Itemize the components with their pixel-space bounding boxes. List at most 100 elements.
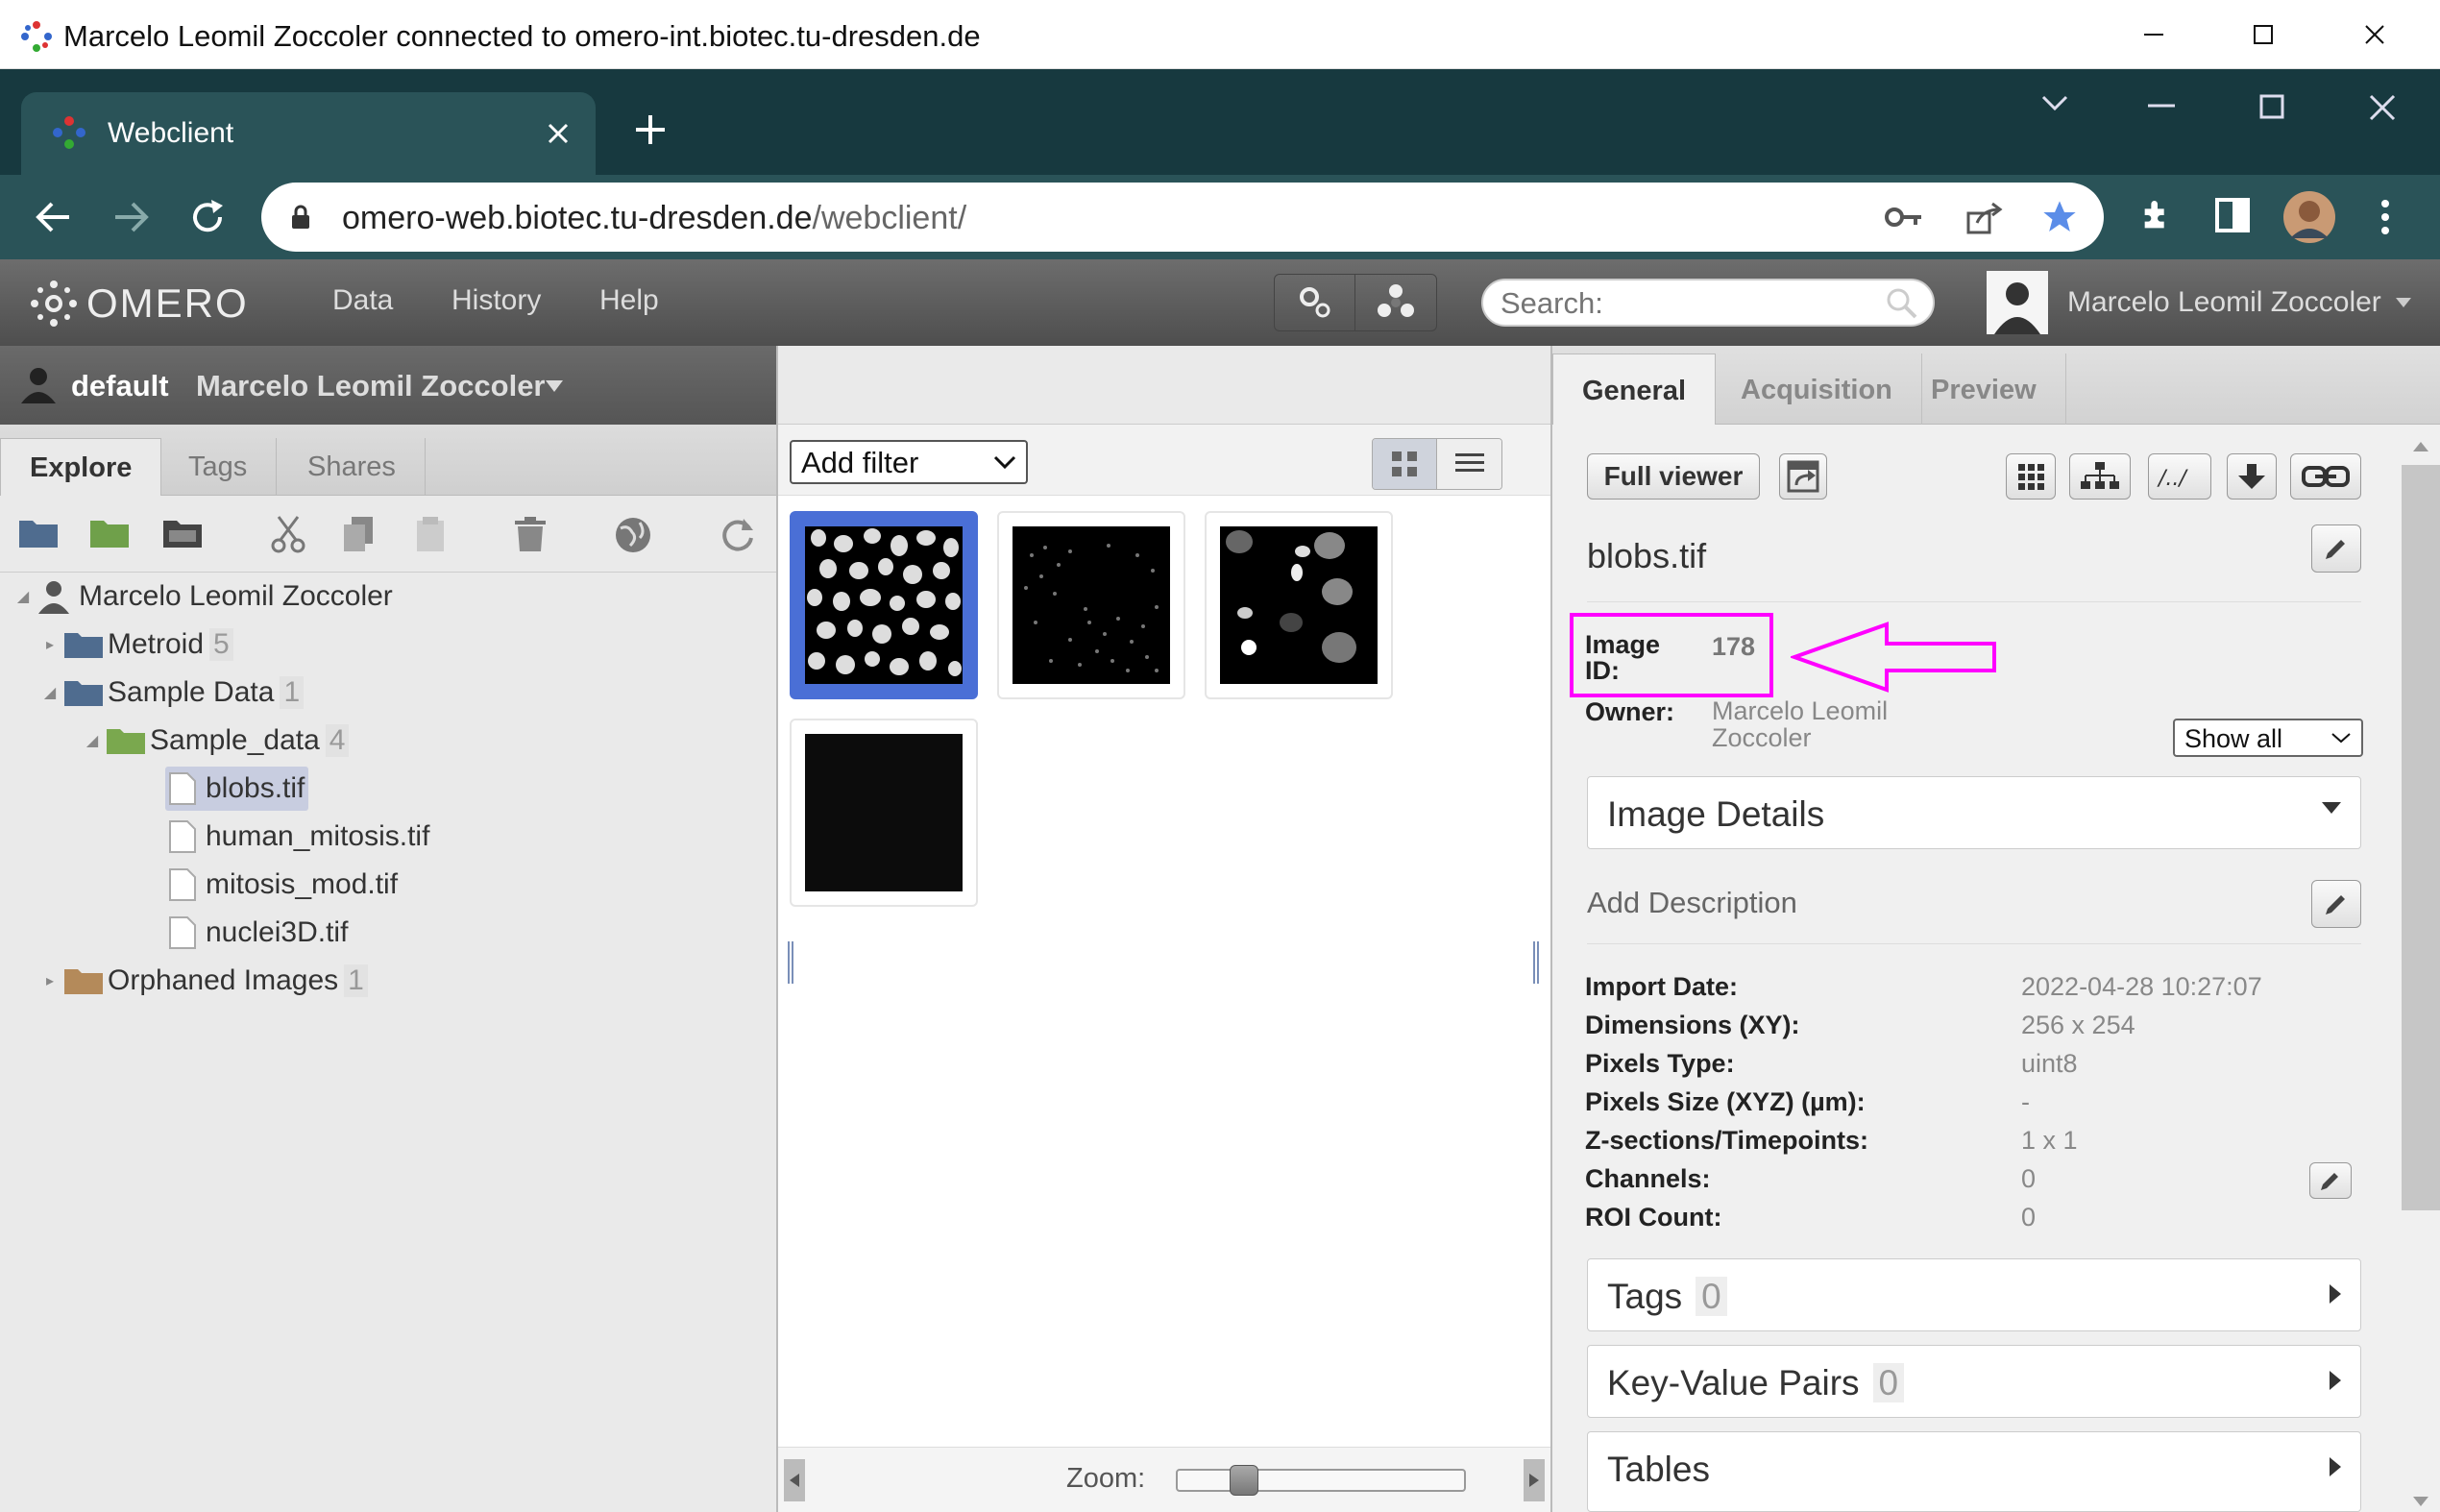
roi-button[interactable]: /../ <box>2148 453 2211 500</box>
profile-avatar[interactable] <box>2282 190 2336 244</box>
tab-explore[interactable]: Explore <box>0 438 162 496</box>
browser-minimize-icon[interactable] <box>2148 104 2175 108</box>
browser-maximize-icon[interactable] <box>2259 94 2284 119</box>
copy-icon[interactable] <box>340 515 382 553</box>
refresh-icon[interactable] <box>719 515 761 553</box>
collapse-arrow-icon[interactable]: ◢ <box>10 587 37 606</box>
scripts-gear-icon[interactable] <box>1275 275 1355 330</box>
user-menu-caret-icon[interactable] <box>2396 298 2411 307</box>
omero-logo[interactable]: OMERO <box>29 279 249 329</box>
forward-icon[interactable] <box>111 198 150 236</box>
full-viewer-button[interactable]: Full viewer <box>1587 453 1760 500</box>
tab-search-chevron-icon[interactable] <box>2040 94 2069 113</box>
scroll-up-icon[interactable] <box>2413 442 2428 451</box>
right-panel-scrollbar[interactable] <box>2402 438 2440 1512</box>
tree-item-nuclei3d[interactable]: nuclei3D.tif <box>169 909 769 957</box>
tree-item-sample-data[interactable]: ◢ Sample Data 1 <box>37 669 769 717</box>
edit-channels-button[interactable] <box>2309 1162 2352 1199</box>
thumbnail-mitosis-mod[interactable] <box>1205 511 1393 699</box>
browser-tab[interactable]: Webclient <box>21 92 596 177</box>
download-button[interactable] <box>2227 453 2277 500</box>
search-input[interactable] <box>1501 286 1866 321</box>
search-icon[interactable] <box>1885 286 1919 321</box>
add-filter-select[interactable]: Add filter <box>790 440 1028 484</box>
collapse-left-button[interactable] <box>784 1459 805 1501</box>
minimize-button[interactable] <box>2125 13 2183 56</box>
collapse-right-button[interactable] <box>1524 1459 1545 1501</box>
extensions-icon[interactable] <box>2138 196 2177 234</box>
tab-tags[interactable]: Tags <box>159 438 278 496</box>
thumbnails-grid-button[interactable] <box>2006 453 2056 500</box>
nav-history[interactable]: History <box>451 284 541 317</box>
tree-item-sample-data-dataset[interactable]: ◢ Sample_data 4 <box>79 717 769 765</box>
cut-icon[interactable] <box>269 515 311 553</box>
expand-arrow-icon[interactable]: ▸ <box>37 635 63 654</box>
tab-close-icon[interactable] <box>546 121 571 146</box>
group-caret-icon[interactable] <box>546 380 563 392</box>
show-all-select[interactable]: Show all <box>2173 719 2363 757</box>
zoom-slider-thumb[interactable] <box>1230 1465 1258 1496</box>
hierarchy-button[interactable] <box>2069 453 2131 500</box>
expand-arrow-icon[interactable]: ▸ <box>37 971 63 990</box>
tab-acquisition[interactable]: Acquisition <box>1712 354 1922 425</box>
reload-icon[interactable] <box>188 198 227 236</box>
nav-help[interactable]: Help <box>599 284 659 317</box>
thumbnail-nuclei3d[interactable] <box>790 719 978 907</box>
tab-preview[interactable]: Preview <box>1902 354 2066 425</box>
key-value-pairs-accordion[interactable]: Key-Value Pairs 0 <box>1587 1345 2361 1418</box>
tree-item-label: human_mitosis.tif <box>206 820 430 852</box>
new-dataset-icon[interactable] <box>88 515 131 553</box>
key-icon[interactable] <box>1885 206 1923 229</box>
maximize-button[interactable] <box>2234 13 2292 56</box>
nav-data[interactable]: Data <box>332 284 393 317</box>
tab-general[interactable]: General <box>1552 354 1716 425</box>
back-icon[interactable] <box>35 198 73 236</box>
new-tab-icon[interactable] <box>634 113 667 146</box>
bookmark-star-icon[interactable] <box>2040 198 2079 236</box>
paste-icon[interactable] <box>411 515 453 553</box>
tree-item-metroid[interactable]: ▸ Metroid 5 <box>37 621 769 669</box>
new-screen-icon[interactable] <box>161 515 204 553</box>
zoom-slider[interactable] <box>1176 1465 1466 1496</box>
scrollbar-thumb[interactable] <box>2402 465 2440 1210</box>
header-user-avatar-icon[interactable] <box>1987 271 2048 334</box>
lock-icon[interactable] <box>290 204 311 231</box>
close-button[interactable] <box>2346 13 2403 56</box>
tags-accordion[interactable]: Tags 0 <box>1587 1258 2361 1331</box>
browser-menu-icon[interactable] <box>2380 198 2390 236</box>
left-splitter-handle[interactable] <box>788 941 793 984</box>
grid-view-icon[interactable] <box>1373 439 1437 489</box>
image-details-accordion[interactable]: Image Details <box>1587 776 2361 849</box>
tree-item-blobs[interactable]: blobs.tif <box>165 765 769 813</box>
share-icon[interactable] <box>1965 202 2004 234</box>
collapse-arrow-icon[interactable]: ◢ <box>79 731 106 750</box>
browser-close-icon[interactable] <box>2369 94 2396 121</box>
new-project-icon[interactable] <box>17 515 60 553</box>
thumbnail-human-mitosis[interactable] <box>997 511 1185 699</box>
activities-icon[interactable] <box>1355 275 1436 330</box>
delete-icon[interactable] <box>511 515 553 553</box>
edit-description-button[interactable] <box>2311 880 2361 928</box>
group-user-selector[interactable]: default Marcelo Leomil Zoccoler <box>0 346 776 425</box>
tree-item-mitosis-mod[interactable]: mitosis_mod.tif <box>169 861 769 909</box>
edit-name-button[interactable] <box>2311 524 2361 573</box>
url-text[interactable]: omero-web.biotec.tu-dresden.de/webclient… <box>342 200 966 237</box>
open-with-button[interactable] <box>1779 453 1827 500</box>
side-panel-icon[interactable] <box>2215 198 2250 232</box>
right-splitter-handle[interactable] <box>1533 941 1539 984</box>
list-view-icon[interactable] <box>1437 439 1501 489</box>
tables-accordion[interactable]: Tables <box>1587 1431 2361 1512</box>
add-description-label[interactable]: Add Description <box>1587 886 1797 920</box>
address-bar[interactable]: omero-web.biotec.tu-dresden.de/webclient… <box>261 183 2104 252</box>
search-box[interactable] <box>1481 279 1935 327</box>
collapse-arrow-icon[interactable]: ◢ <box>37 683 63 702</box>
link-button[interactable] <box>2290 453 2361 500</box>
thumbnail-blobs[interactable] <box>790 511 978 699</box>
header-user-name[interactable]: Marcelo Leomil Zoccoler <box>2067 286 2381 319</box>
scroll-down-icon[interactable] <box>2413 1497 2428 1506</box>
tree-item-human-mitosis[interactable]: human_mitosis.tif <box>169 813 769 861</box>
tree-item-orphaned[interactable]: ▸ Orphaned Images 1 <box>37 957 769 1005</box>
globe-icon[interactable] <box>613 515 655 553</box>
tree-root[interactable]: ◢ Marcelo Leomil Zoccoler <box>10 573 769 621</box>
tab-shares[interactable]: Shares <box>279 438 426 496</box>
